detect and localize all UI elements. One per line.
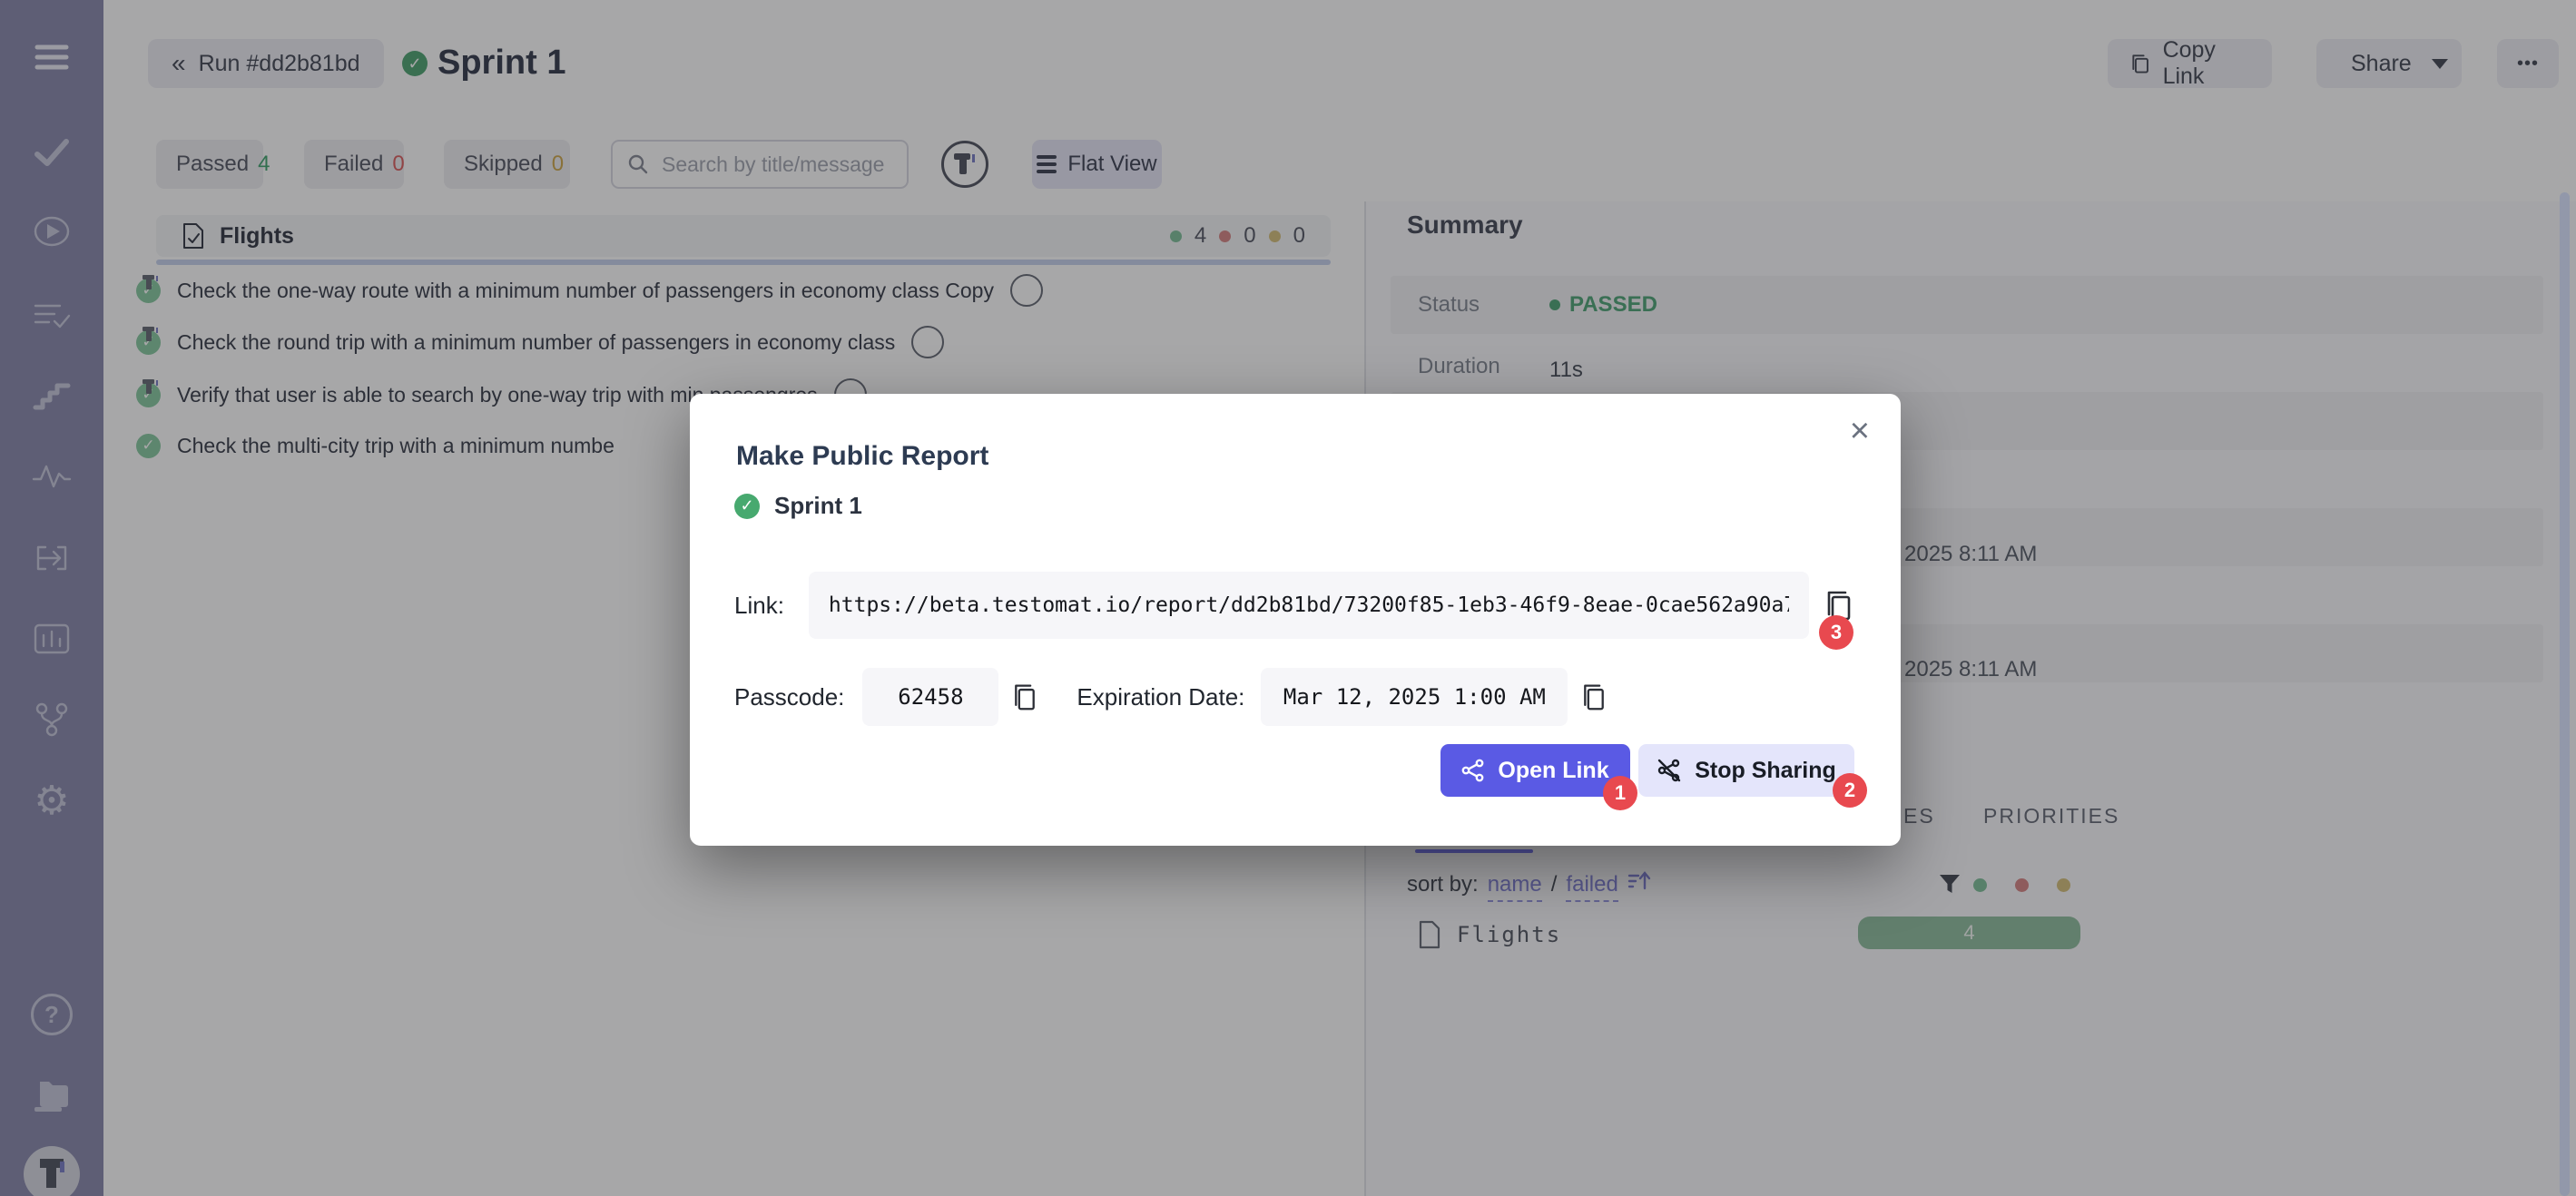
passcode-field[interactable]: 62458	[862, 668, 998, 726]
passcode-label: Passcode:	[734, 683, 844, 711]
app-root: ⚙ ? « Run #dd2b81bd ✓ Sprint 1 Copy Link…	[0, 0, 2576, 1196]
modal-run-name: Sprint 1	[774, 492, 862, 520]
link-label: Link:	[734, 592, 784, 620]
close-icon[interactable]: ×	[1850, 412, 1870, 451]
passcode-expiration-row: Passcode: 62458 Expiration Date: Mar 12,…	[734, 668, 1860, 726]
share-off-icon	[1657, 758, 1682, 783]
copy-expiration-button[interactable]	[1580, 681, 1608, 712]
make-public-report-modal: × Make Public Report ✓ Sprint 1 Link: ht…	[690, 394, 1901, 846]
stop-sharing-button[interactable]: Stop Sharing	[1638, 744, 1854, 797]
open-link-button[interactable]: Open Link	[1440, 744, 1630, 797]
step-badge-3: 3	[1819, 615, 1853, 650]
modal-title: Make Public Report	[736, 441, 988, 472]
copy-icon	[1011, 681, 1038, 712]
expiration-field[interactable]: Mar 12, 2025 1:00 AM	[1261, 668, 1568, 726]
copy-icon	[1580, 681, 1608, 712]
copy-passcode-button[interactable]	[1011, 681, 1038, 712]
step-badge-1: 1	[1603, 776, 1637, 810]
step-badge-2: 2	[1833, 773, 1867, 808]
link-value: https://beta.testomat.io/report/dd2b81bd…	[829, 593, 1789, 617]
link-field[interactable]: https://beta.testomat.io/report/dd2b81bd…	[809, 572, 1809, 639]
modal-actions: Open Link Stop Sharing	[690, 744, 1901, 797]
stop-sharing-label: Stop Sharing	[1695, 758, 1836, 784]
modal-run-row: ✓ Sprint 1	[734, 492, 862, 520]
vertical-scrollbar[interactable]	[2560, 192, 2570, 1196]
run-passed-check-icon: ✓	[734, 494, 760, 519]
expiration-label: Expiration Date:	[1077, 683, 1244, 711]
open-link-label: Open Link	[1498, 758, 1608, 784]
share-icon	[1461, 759, 1485, 782]
link-row: Link: https://beta.testomat.io/report/dd…	[734, 572, 1860, 639]
